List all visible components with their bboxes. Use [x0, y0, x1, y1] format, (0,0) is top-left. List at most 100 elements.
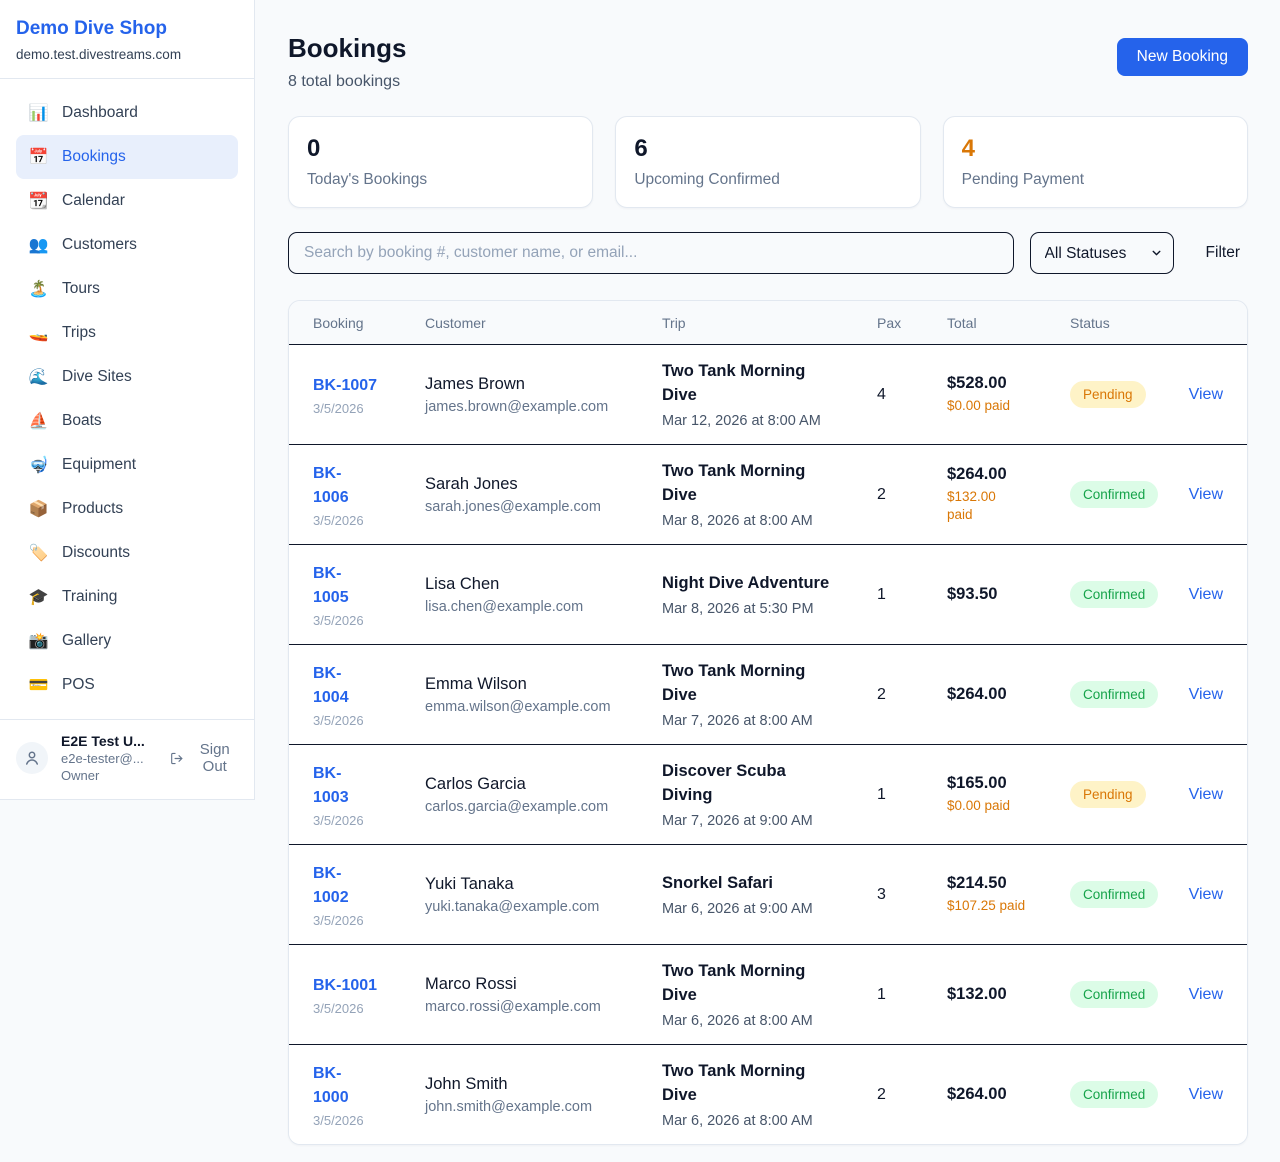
actions-cell: View: [1182, 1086, 1223, 1104]
table-row: BK-1001 3/5/2026 Marco Rossi marco.rossi…: [289, 944, 1247, 1044]
stats-row: 0 Today's Bookings 6 Upcoming Confirmed …: [288, 116, 1248, 208]
trip-cell: Two Tank Morning Dive Mar 8, 2026 at 8:0…: [662, 460, 877, 529]
sidebar-item-customers[interactable]: 👥 Customers: [16, 223, 238, 267]
table-header-row: Booking Customer Trip Pax Total Status: [289, 301, 1247, 344]
sidebar-item-tours[interactable]: 🏝️ Tours: [16, 267, 238, 311]
trip-cell: Two Tank Morning Dive Mar 12, 2026 at 8:…: [662, 360, 877, 429]
trip-datetime: Mar 8, 2026 at 5:30 PM: [662, 601, 877, 617]
booking-created-date: 3/5/2026: [313, 713, 425, 728]
booking-created-date: 3/5/2026: [313, 1113, 425, 1128]
trip-name: Discover Scuba Diving: [662, 760, 877, 808]
trip-name: Snorkel Safari: [662, 872, 877, 896]
sidebar-item-discounts[interactable]: 🏷️ Discounts: [16, 531, 238, 575]
sidebar-item-label: Trips: [62, 324, 96, 342]
logout-icon: [170, 750, 184, 767]
shop-domain: demo.test.divestreams.com: [16, 47, 238, 62]
trip-name: Two Tank Morning Dive: [662, 960, 877, 1008]
view-link[interactable]: View: [1189, 886, 1223, 903]
sidebar-item-label: POS: [62, 676, 95, 694]
trip-datetime: Mar 12, 2026 at 8:00 AM: [662, 413, 877, 429]
sign-out-label: Sign Out: [192, 741, 238, 775]
trip-cell: Two Tank Morning Dive Mar 6, 2026 at 8:0…: [662, 960, 877, 1029]
sidebar-item-calendar[interactable]: 📆 Calendar: [16, 179, 238, 223]
status-select-wrap: All Statuses: [1030, 232, 1174, 274]
booking-id-link[interactable]: BK- 1004: [313, 662, 425, 710]
pax-count: 2: [877, 1086, 947, 1104]
trip-datetime: Mar 8, 2026 at 8:00 AM: [662, 513, 877, 529]
sidebar-item-gallery[interactable]: 📸 Gallery: [16, 619, 238, 663]
status-badge: Confirmed: [1070, 481, 1158, 508]
view-link[interactable]: View: [1189, 986, 1223, 1003]
total-cell: $528.00 $0.00 paid: [947, 374, 1070, 415]
sidebar-item-dive-sites[interactable]: 🌊 Dive Sites: [16, 355, 238, 399]
stat-label: Today's Bookings: [307, 171, 574, 189]
status-cell: Confirmed: [1070, 981, 1182, 1008]
filter-button[interactable]: Filter: [1206, 244, 1240, 262]
sidebar-item-label: Calendar: [62, 192, 125, 210]
paid-amount: $0.00 paid: [947, 797, 1070, 815]
sidebar-item-label: Products: [62, 500, 123, 518]
booking-id-link[interactable]: BK- 1000: [313, 1062, 425, 1110]
total-cell: $264.00: [947, 1085, 1070, 1104]
status-select[interactable]: All Statuses: [1030, 232, 1174, 274]
total-bookings-count: 8 total bookings: [288, 73, 406, 91]
sidebar-item-icon: 🤿: [28, 455, 49, 475]
sidebar-item-icon: 🎓: [28, 587, 49, 607]
sidebar-item-training[interactable]: 🎓 Training: [16, 575, 238, 619]
customer-email: carlos.garcia@example.com: [425, 799, 662, 815]
trip-name: Two Tank Morning Dive: [662, 660, 877, 708]
sidebar-item-label: Dashboard: [62, 104, 138, 122]
search-input[interactable]: [288, 232, 1014, 274]
sidebar-item-icon: 📊: [28, 103, 49, 123]
main-content: Bookings 8 total bookings New Booking 0 …: [255, 0, 1280, 1145]
view-link[interactable]: View: [1189, 1086, 1223, 1103]
booking-id-link[interactable]: BK-1001: [313, 974, 425, 998]
sign-out-button[interactable]: Sign Out: [170, 741, 238, 775]
view-link[interactable]: View: [1189, 786, 1223, 803]
stat-card: 4 Pending Payment: [943, 116, 1248, 208]
pax-count: 1: [877, 986, 947, 1004]
avatar: [16, 742, 48, 774]
person-icon: [23, 749, 41, 767]
table-row: BK- 1005 3/5/2026 Lisa Chen lisa.chen@ex…: [289, 544, 1247, 644]
sidebar-item-equipment[interactable]: 🤿 Equipment: [16, 443, 238, 487]
total-cell: $132.00: [947, 985, 1070, 1004]
customer-name: John Smith: [425, 1075, 662, 1094]
sidebar-item-label: Dive Sites: [62, 368, 132, 386]
table-row: BK- 1003 3/5/2026 Carlos Garcia carlos.g…: [289, 744, 1247, 844]
sidebar-item-pos[interactable]: 💳 POS: [16, 663, 238, 707]
actions-cell: View: [1182, 386, 1223, 404]
view-link[interactable]: View: [1189, 386, 1223, 403]
sidebar-item-boats[interactable]: ⛵ Boats: [16, 399, 238, 443]
trip-cell: Night Dive Adventure Mar 8, 2026 at 5:30…: [662, 572, 877, 617]
booking-id-link[interactable]: BK- 1003: [313, 762, 425, 810]
total-cell: $165.00 $0.00 paid: [947, 774, 1070, 815]
table-row: BK- 1006 3/5/2026 Sarah Jones sarah.jone…: [289, 444, 1247, 544]
sidebar-item-bookings[interactable]: 📅 Bookings: [16, 135, 238, 179]
sidebar-item-products[interactable]: 📦 Products: [16, 487, 238, 531]
shop-name: Demo Dive Shop: [16, 18, 238, 40]
trip-name: Two Tank Morning Dive: [662, 1060, 877, 1108]
view-link[interactable]: View: [1189, 486, 1223, 503]
customer-cell: Carlos Garcia carlos.garcia@example.com: [425, 775, 662, 815]
sidebar-item-icon: 📦: [28, 499, 49, 519]
sidebar-item-dashboard[interactable]: 📊 Dashboard: [16, 91, 238, 135]
sidebar-item-icon: 🏷️: [28, 543, 49, 563]
view-link[interactable]: View: [1189, 586, 1223, 603]
sidebar-nav: 📊 Dashboard 📅 Bookings 📆 Calendar 👥 Cust…: [0, 79, 254, 719]
sidebar-item-trips[interactable]: 🚤 Trips: [16, 311, 238, 355]
customer-name: James Brown: [425, 375, 662, 394]
booking-id-link[interactable]: BK-1007: [313, 374, 425, 398]
new-booking-button[interactable]: New Booking: [1117, 38, 1248, 76]
page-title: Bookings: [288, 33, 406, 64]
booking-id-link[interactable]: BK- 1002: [313, 862, 425, 910]
booking-cell: BK- 1006 3/5/2026: [313, 462, 425, 528]
view-link[interactable]: View: [1189, 686, 1223, 703]
table-body: BK-1007 3/5/2026 James Brown james.brown…: [289, 344, 1247, 1144]
booking-id-link[interactable]: BK- 1006: [313, 462, 425, 510]
customer-cell: Lisa Chen lisa.chen@example.com: [425, 575, 662, 615]
booking-id-link[interactable]: BK- 1005: [313, 562, 425, 610]
booking-cell: BK- 1004 3/5/2026: [313, 662, 425, 728]
table-row: BK- 1002 3/5/2026 Yuki Tanaka yuki.tanak…: [289, 844, 1247, 944]
customer-email: james.brown@example.com: [425, 399, 662, 415]
